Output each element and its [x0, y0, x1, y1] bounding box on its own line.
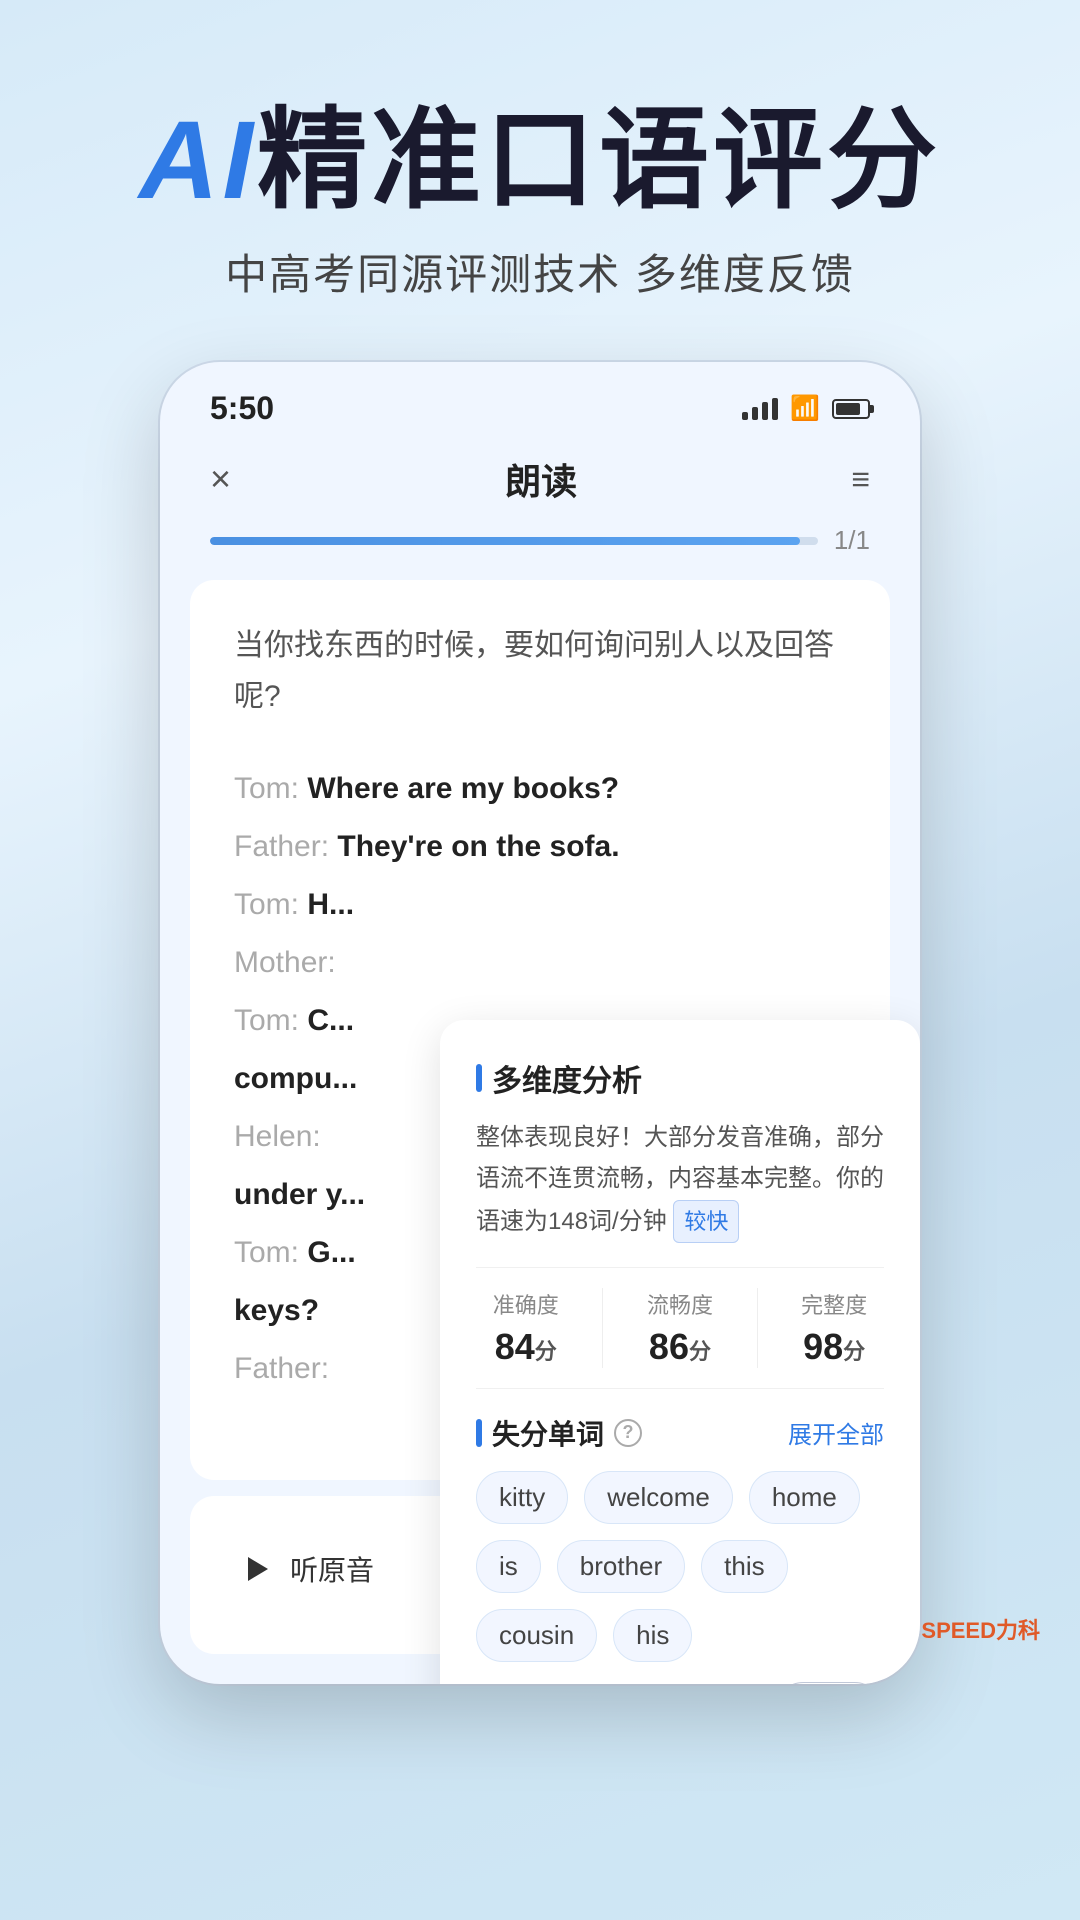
speed-badge: 较快 — [673, 1200, 739, 1243]
play-icon — [240, 1551, 276, 1587]
app-title: 朗读 — [505, 453, 577, 505]
note-button[interactable]: 注释 — [774, 1682, 884, 1684]
score-value: 84分 — [493, 1326, 559, 1368]
speech-text: Where are my books? — [307, 772, 619, 805]
speaker-label: Tom: — [234, 772, 307, 805]
speaker-label: Tom: — [234, 1236, 307, 1269]
word-tag: this — [701, 1540, 787, 1593]
dialogue-line: Mother: — [234, 936, 846, 990]
speech-text: C... — [307, 1004, 354, 1037]
phone-container: 5:50 📶 × 朗读 ≡ — [0, 362, 1080, 1684]
speaker-label: Tom: — [234, 1004, 307, 1037]
words-grid: kitty welcome home is brother this cousi… — [476, 1471, 884, 1662]
lost-words-header: 失分单词 ? 展开全部 — [476, 1413, 884, 1453]
scores-row: 准确度 84分 流畅度 86分 完整度 98分 — [476, 1267, 884, 1389]
listen-button[interactable]: 听原音 — [240, 1549, 374, 1589]
speaker-label: Tom: — [234, 888, 307, 921]
progress-container: 1/1 — [160, 521, 920, 564]
analysis-panel: 多维度分析 整体表现良好！大部分发音准确，部分语流不连贯流畅，内容基本完整。你的… — [440, 1020, 920, 1684]
speech-text: G... — [307, 1236, 355, 1269]
dialogue-line: Father: They're on the sofa. — [234, 820, 846, 874]
score-value: 98分 — [801, 1326, 867, 1368]
question-text: 当你找东西的时候，要如何询问别人以及回答呢? — [234, 620, 846, 722]
score-label: 准确度 — [493, 1288, 559, 1320]
speaker-label: Helen: — [234, 1120, 321, 1153]
dialogue-line: Tom: H... — [234, 878, 846, 932]
speech-text: compu... — [234, 1062, 357, 1095]
status-bar: 5:50 📶 — [160, 362, 920, 437]
word-tag: is — [476, 1540, 541, 1593]
score-divider — [602, 1288, 603, 1368]
score-divider — [757, 1288, 758, 1368]
word-tag: home — [749, 1471, 860, 1524]
signal-icon — [742, 398, 778, 420]
word-tag: brother — [557, 1540, 685, 1593]
title-bar-accent — [476, 1064, 482, 1092]
word-tag: kitty — [476, 1471, 568, 1524]
note-section: 注释 — [476, 1682, 884, 1684]
title-bar-accent — [476, 1419, 482, 1447]
progress-fill — [210, 537, 800, 545]
speaker-label: Mother: — [234, 946, 336, 979]
dialogue-line: Tom: Where are my books? — [234, 762, 846, 816]
speech-text: H... — [307, 888, 354, 921]
feedback-text: 整体表现良好！大部分发音准确，部分语流不连贯流畅，内容基本完整。你的语速为148… — [476, 1118, 884, 1243]
lost-words-title: 失分单词 ? — [476, 1413, 642, 1453]
panel-title: 多维度分析 — [476, 1056, 884, 1100]
header-section: AI精准口语评分 中高考同源评测技术 多维度反馈 — [0, 0, 1080, 362]
status-time: 5:50 — [210, 390, 274, 427]
status-icons: 📶 — [742, 394, 870, 423]
speaker-label: Father: — [234, 830, 337, 863]
app-header: × 朗读 ≡ — [160, 437, 920, 521]
close-button[interactable]: × — [210, 458, 231, 500]
progress-label: 1/1 — [834, 525, 870, 556]
completeness-score: 完整度 98分 — [801, 1288, 867, 1368]
listen-label: 听原音 — [290, 1549, 374, 1589]
speech-text: under y... — [234, 1178, 365, 1211]
word-tag: welcome — [584, 1471, 733, 1524]
score-label: 完整度 — [801, 1288, 867, 1320]
progress-track — [210, 537, 818, 545]
main-title: AI精准口语评分 — [60, 100, 1020, 221]
expand-button[interactable]: 展开全部 — [788, 1415, 884, 1450]
accuracy-score: 准确度 84分 — [493, 1288, 559, 1368]
score-value: 86分 — [647, 1326, 713, 1368]
speech-text: keys? — [234, 1294, 319, 1327]
content-area: 当你找东西的时候，要如何询问别人以及回答呢? Tom: Where are my… — [190, 580, 890, 1480]
ai-text: AI — [139, 99, 257, 222]
menu-button[interactable]: ≡ — [851, 461, 870, 498]
fluency-score: 流畅度 86分 — [647, 1288, 713, 1368]
speech-text: They're on the sofa. — [337, 830, 619, 863]
word-tag: cousin — [476, 1609, 597, 1662]
subtitle: 中高考同源评测技术 多维度反馈 — [60, 241, 1020, 302]
speaker-label: Father: — [234, 1352, 329, 1385]
word-tag: his — [613, 1609, 692, 1662]
battery-icon — [832, 399, 870, 419]
score-label: 流畅度 — [647, 1288, 713, 1320]
wifi-icon: 📶 — [790, 394, 820, 423]
watermark-text: SPEED力科 — [921, 1613, 1040, 1645]
help-icon[interactable]: ? — [614, 1419, 642, 1447]
phone-frame: 5:50 📶 × 朗读 ≡ — [160, 362, 920, 1684]
